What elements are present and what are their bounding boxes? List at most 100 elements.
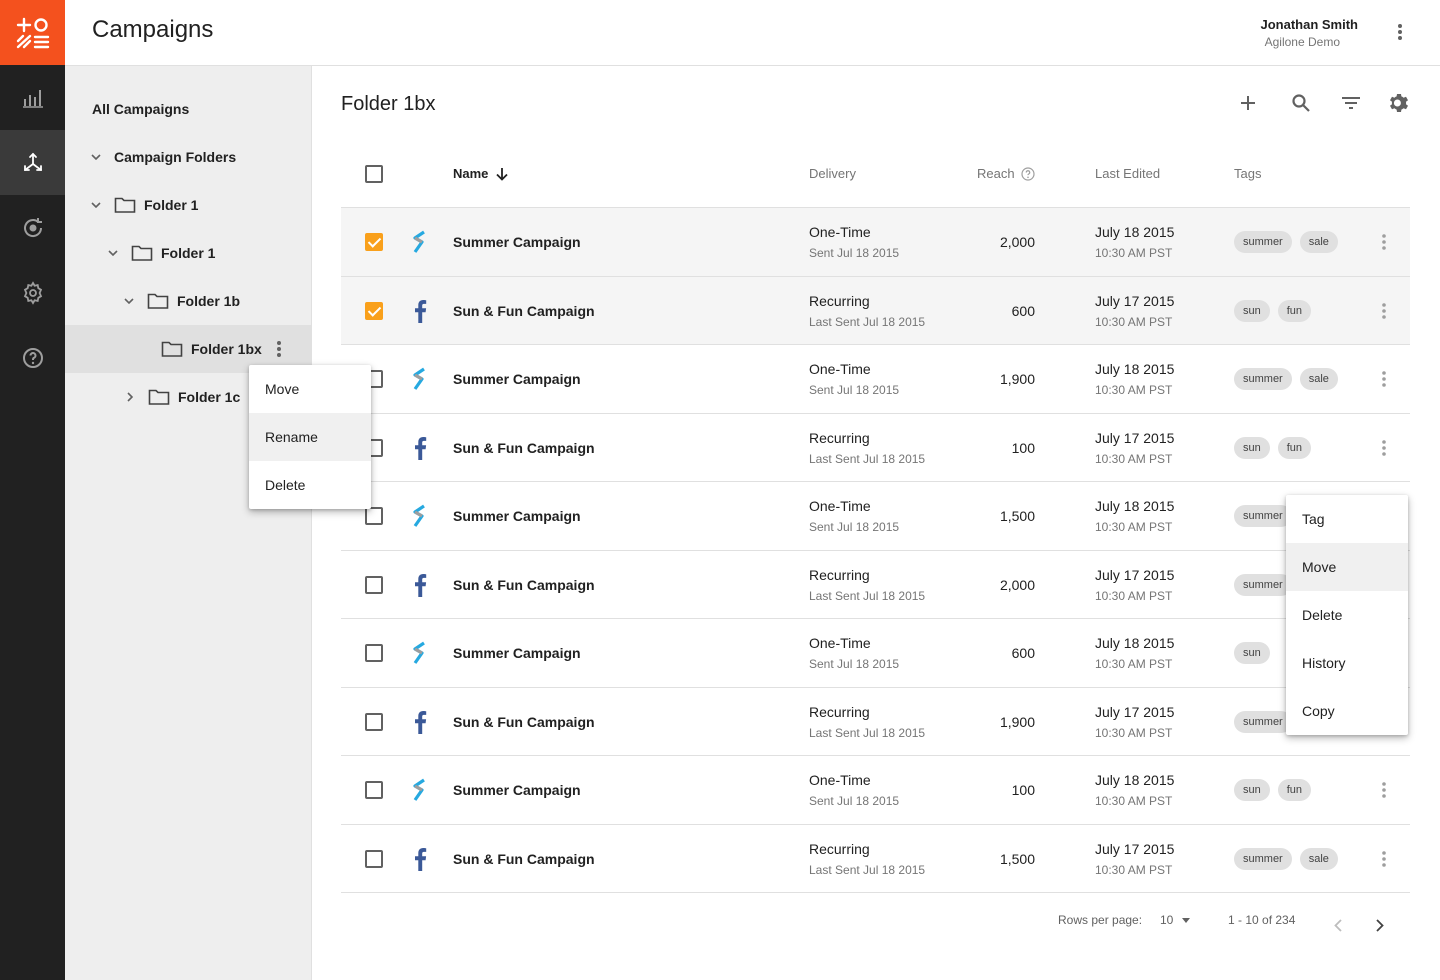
tag-chip[interactable]: sun [1234, 436, 1270, 459]
more-vert-icon[interactable] [1372, 367, 1396, 391]
folder-menu-delete[interactable]: Delete [249, 461, 371, 509]
delivery-sent: Sent Jul 18 2015 [809, 246, 900, 260]
refresh-target-icon [23, 217, 42, 237]
gear-icon[interactable] [1386, 90, 1412, 116]
row-checkbox[interactable] [365, 233, 383, 251]
table-row[interactable]: Sun & Fun Campaign Recurring Last Sent Jul… [341, 688, 1410, 756]
row-menu-delete[interactable]: Delete [1286, 591, 1408, 639]
sidebar-folder-1[interactable]: Folder 1 [65, 181, 311, 229]
row-menu-history[interactable]: History [1286, 639, 1408, 687]
col-tags-header[interactable]: Tags [1234, 166, 1261, 181]
row-checkbox[interactable] [365, 507, 383, 525]
row-menu-move[interactable]: Move [1286, 543, 1408, 591]
rail-campaigns[interactable] [0, 130, 65, 195]
sidebar-all-campaigns[interactable]: All Campaigns [65, 85, 311, 133]
row-checkbox[interactable] [365, 849, 383, 868]
tag-list: sun fun [1234, 779, 1312, 801]
tag-chip[interactable]: fun [1277, 779, 1312, 801]
row-checkbox[interactable] [365, 781, 383, 799]
table-row[interactable]: Sun & Fun Campaign Recurring Last Sent Jul… [341, 825, 1410, 893]
col-delivery-header[interactable]: Delivery [809, 166, 856, 181]
tag-chip[interactable]: fun [1277, 436, 1312, 459]
campaign-name[interactable]: Sun & Fun Campaign [453, 440, 595, 456]
table-row[interactable]: Summer Campaign One-Time Sent Jul 18 2015 2… [341, 208, 1410, 277]
help-icon[interactable] [1020, 166, 1035, 181]
user-name[interactable]: Jonathan Smith [1260, 17, 1358, 32]
row-menu-copy[interactable]: Copy [1286, 687, 1408, 735]
tag-chip[interactable]: summer [1234, 573, 1292, 596]
campaign-name[interactable]: Sun & Fun Campaign [453, 303, 595, 319]
rail-refresh[interactable] [0, 195, 65, 260]
campaign-name[interactable]: Summer Campaign [453, 234, 581, 250]
tag-chip[interactable]: summer [1234, 505, 1292, 527]
more-vert-icon[interactable] [267, 337, 291, 361]
col-reach-header[interactable]: Reach [977, 166, 1035, 181]
row-checkbox[interactable] [365, 712, 383, 731]
campaign-name[interactable]: Sun & Fun Campaign [453, 577, 595, 593]
row-checkbox[interactable] [365, 301, 383, 320]
tag-chip[interactable]: summer [1234, 710, 1292, 733]
col-last-edited-header[interactable]: Last Edited [1095, 166, 1160, 181]
col-name-header[interactable]: Name [453, 166, 509, 181]
tag-chip[interactable]: summer [1234, 231, 1292, 253]
campaign-name[interactable]: Summer Campaign [453, 371, 581, 387]
table-row[interactable]: Summer Campaign One-Time Sent Jul 18 2015 6… [341, 619, 1410, 688]
campaign-name[interactable]: Sun & Fun Campaign [453, 714, 595, 730]
agilone-logo-icon[interactable] [0, 0, 65, 65]
chevron-right-icon[interactable] [122, 389, 138, 405]
tag-chip[interactable]: sun [1234, 642, 1270, 664]
delivery-type: Recurring [809, 703, 870, 720]
row-checkbox[interactable] [365, 575, 383, 594]
row-checkbox[interactable] [365, 644, 383, 662]
campaign-name[interactable]: Summer Campaign [453, 782, 581, 798]
table-row[interactable]: Sun & Fun Campaign Recurring Last Sent Jul… [341, 414, 1410, 482]
table-row[interactable]: Sun & Fun Campaign Recurring Last Sent Jul… [341, 276, 1410, 345]
table-row[interactable]: Summer Campaign One-Time Sent Jul 18 2015 1… [341, 345, 1410, 414]
search-icon[interactable] [1288, 90, 1314, 116]
rail-analytics[interactable] [0, 65, 65, 130]
table-row[interactable]: Sun & Fun Campaign Recurring Last Sent Jul… [341, 551, 1410, 619]
more-vert-icon[interactable] [1372, 847, 1396, 871]
tag-chip[interactable]: summer [1234, 847, 1292, 870]
table-row[interactable]: Summer Campaign One-Time Sent Jul 18 2015 1… [341, 756, 1410, 825]
chevron-down-icon[interactable] [105, 245, 121, 261]
more-vert-icon[interactable] [1372, 436, 1396, 460]
folder-menu-move[interactable]: Move [249, 365, 371, 413]
more-vert-icon[interactable] [1372, 778, 1396, 802]
tag-chip[interactable]: summer [1234, 368, 1292, 390]
campaign-name[interactable]: Summer Campaign [453, 645, 581, 661]
campaign-name[interactable]: Sun & Fun Campaign [453, 851, 595, 867]
more-vert-icon[interactable] [1388, 20, 1412, 44]
last-edited-date: July 17 2015 [1095, 429, 1175, 446]
row-menu-tag[interactable]: Tag [1286, 495, 1408, 543]
table-row[interactable]: Summer Campaign One-Time Sent Jul 18 2015 1… [341, 482, 1410, 551]
tag-chip[interactable]: sale [1299, 368, 1338, 390]
email-channel-icon [409, 503, 431, 529]
chevron-down-icon[interactable] [121, 293, 137, 309]
rows-per-page-select[interactable]: 10 [1160, 913, 1191, 927]
folder-menu-rename[interactable]: Rename [249, 413, 371, 461]
rail-settings[interactable] [0, 260, 65, 325]
prev-page-icon[interactable] [1334, 919, 1342, 935]
tag-chip[interactable]: fun [1277, 299, 1312, 322]
facebook-icon [409, 846, 431, 872]
next-page-icon[interactable] [1376, 919, 1384, 935]
tag-chip[interactable]: sale [1299, 231, 1338, 253]
plus-icon[interactable] [1235, 90, 1261, 116]
tag-chip[interactable]: sale [1299, 847, 1338, 870]
select-all-checkbox[interactable] [365, 165, 383, 183]
tag-chip[interactable]: sun [1234, 299, 1270, 322]
more-vert-icon[interactable] [1372, 299, 1396, 323]
facebook-icon [409, 572, 431, 598]
last-edited-time: 10:30 AM PST [1095, 246, 1173, 260]
chevron-down-icon[interactable] [88, 197, 104, 213]
sidebar-folder-1-sub[interactable]: Folder 1 [65, 229, 311, 277]
campaign-name[interactable]: Summer Campaign [453, 508, 581, 524]
tag-chip[interactable]: sun [1234, 779, 1270, 801]
chevron-down-icon[interactable] [88, 149, 104, 165]
sidebar-folder-1b[interactable]: Folder 1b [65, 277, 311, 325]
more-vert-icon[interactable] [1372, 230, 1396, 254]
filter-icon[interactable] [1338, 90, 1364, 116]
rail-help[interactable] [0, 325, 65, 390]
sidebar-campaign-folders[interactable]: Campaign Folders [65, 133, 311, 181]
